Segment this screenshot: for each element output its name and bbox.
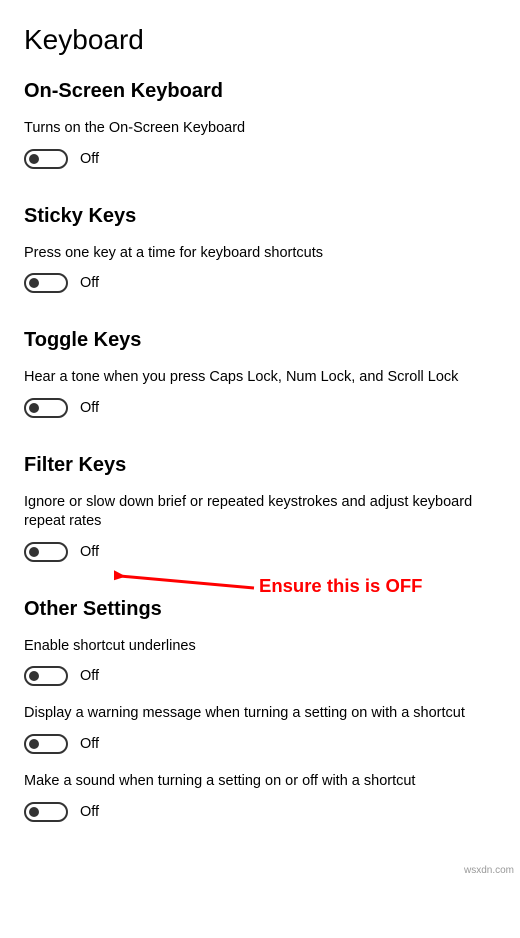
section-title-other: Other Settings (24, 598, 496, 621)
sticky-desc: Press one key at a time for keyboard sho… (24, 244, 484, 264)
onscreen-desc: Turns on the On-Screen Keyboard (24, 119, 484, 139)
sound-desc: Make a sound when turning a setting on o… (24, 772, 484, 792)
onscreen-toggle-state: Off (80, 151, 99, 167)
shortcut-underlines-desc: Enable shortcut underlines (24, 637, 484, 657)
section-title-toggle: Toggle Keys (24, 329, 496, 352)
sound-toggle-state: Off (80, 804, 99, 820)
section-title-filter: Filter Keys (24, 454, 496, 477)
annotation-text: Ensure this is OFF (259, 575, 422, 597)
togglekeys-desc: Hear a tone when you press Caps Lock, Nu… (24, 368, 484, 388)
page-title: Keyboard (24, 24, 496, 56)
sound-toggle[interactable] (24, 802, 68, 822)
toggle-knob (29, 807, 39, 817)
toggle-knob (29, 154, 39, 164)
section-title-sticky: Sticky Keys (24, 205, 496, 228)
togglekeys-toggle-state: Off (80, 400, 99, 416)
togglekeys-toggle[interactable] (24, 398, 68, 418)
filter-toggle-state: Off (80, 544, 99, 560)
toggle-knob (29, 278, 39, 288)
sticky-toggle-state: Off (80, 275, 99, 291)
toggle-knob (29, 739, 39, 749)
toggle-knob (29, 547, 39, 557)
warning-desc: Display a warning message when turning a… (24, 704, 484, 724)
onscreen-toggle[interactable] (24, 149, 68, 169)
sticky-toggle[interactable] (24, 273, 68, 293)
shortcut-underlines-toggle[interactable] (24, 666, 68, 686)
warning-toggle[interactable] (24, 734, 68, 754)
watermark: wsxdn.com (464, 865, 514, 876)
warning-toggle-state: Off (80, 736, 99, 752)
toggle-knob (29, 403, 39, 413)
section-title-onscreen: On-Screen Keyboard (24, 80, 496, 103)
toggle-knob (29, 671, 39, 681)
filter-toggle[interactable] (24, 542, 68, 562)
filter-desc: Ignore or slow down brief or repeated ke… (24, 493, 484, 532)
shortcut-underlines-toggle-state: Off (80, 668, 99, 684)
